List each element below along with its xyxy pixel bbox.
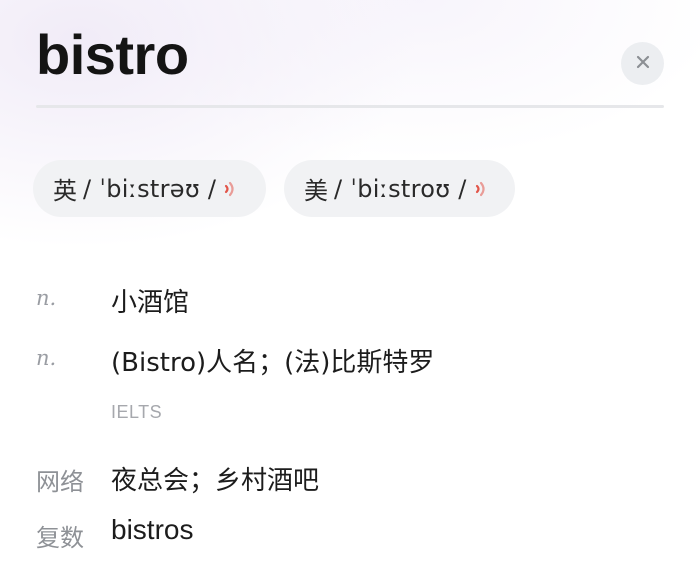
pronunciation-us-button[interactable]: 美 / ˈbiːstroʊ / <box>284 160 515 217</box>
close-icon <box>635 54 651 74</box>
definition-text: 小酒馆 <box>111 288 190 318</box>
header-divider <box>36 105 664 108</box>
definition-text: (Bistro)人名；(法)比斯特罗 <box>111 348 435 378</box>
part-of-speech: n. <box>36 346 57 370</box>
speaker-icon[interactable] <box>224 179 238 199</box>
headword: bistro <box>36 23 189 86</box>
web-definition-label: 网络 <box>36 468 84 496</box>
pronunciation-us-label: 美 <box>304 177 328 205</box>
web-definition-value: 夜总会；乡村酒吧 <box>111 466 320 496</box>
pronunciation-uk-button[interactable]: 英 / ˈbiːstrəʊ / <box>33 160 266 217</box>
part-of-speech: n. <box>36 286 57 310</box>
pronunciation-uk-label: 英 <box>53 177 77 205</box>
close-button[interactable] <box>621 42 664 85</box>
plural-label: 复数 <box>36 524 84 552</box>
plural-value: bistros <box>111 514 194 545</box>
exam-tag: IELTS <box>111 402 163 422</box>
pronunciation-uk-phonetic: / ˈbiːstrəʊ / <box>83 174 217 203</box>
pronunciation-us-phonetic: / ˈbiːstroʊ / <box>334 174 467 203</box>
speaker-icon[interactable] <box>475 179 489 199</box>
